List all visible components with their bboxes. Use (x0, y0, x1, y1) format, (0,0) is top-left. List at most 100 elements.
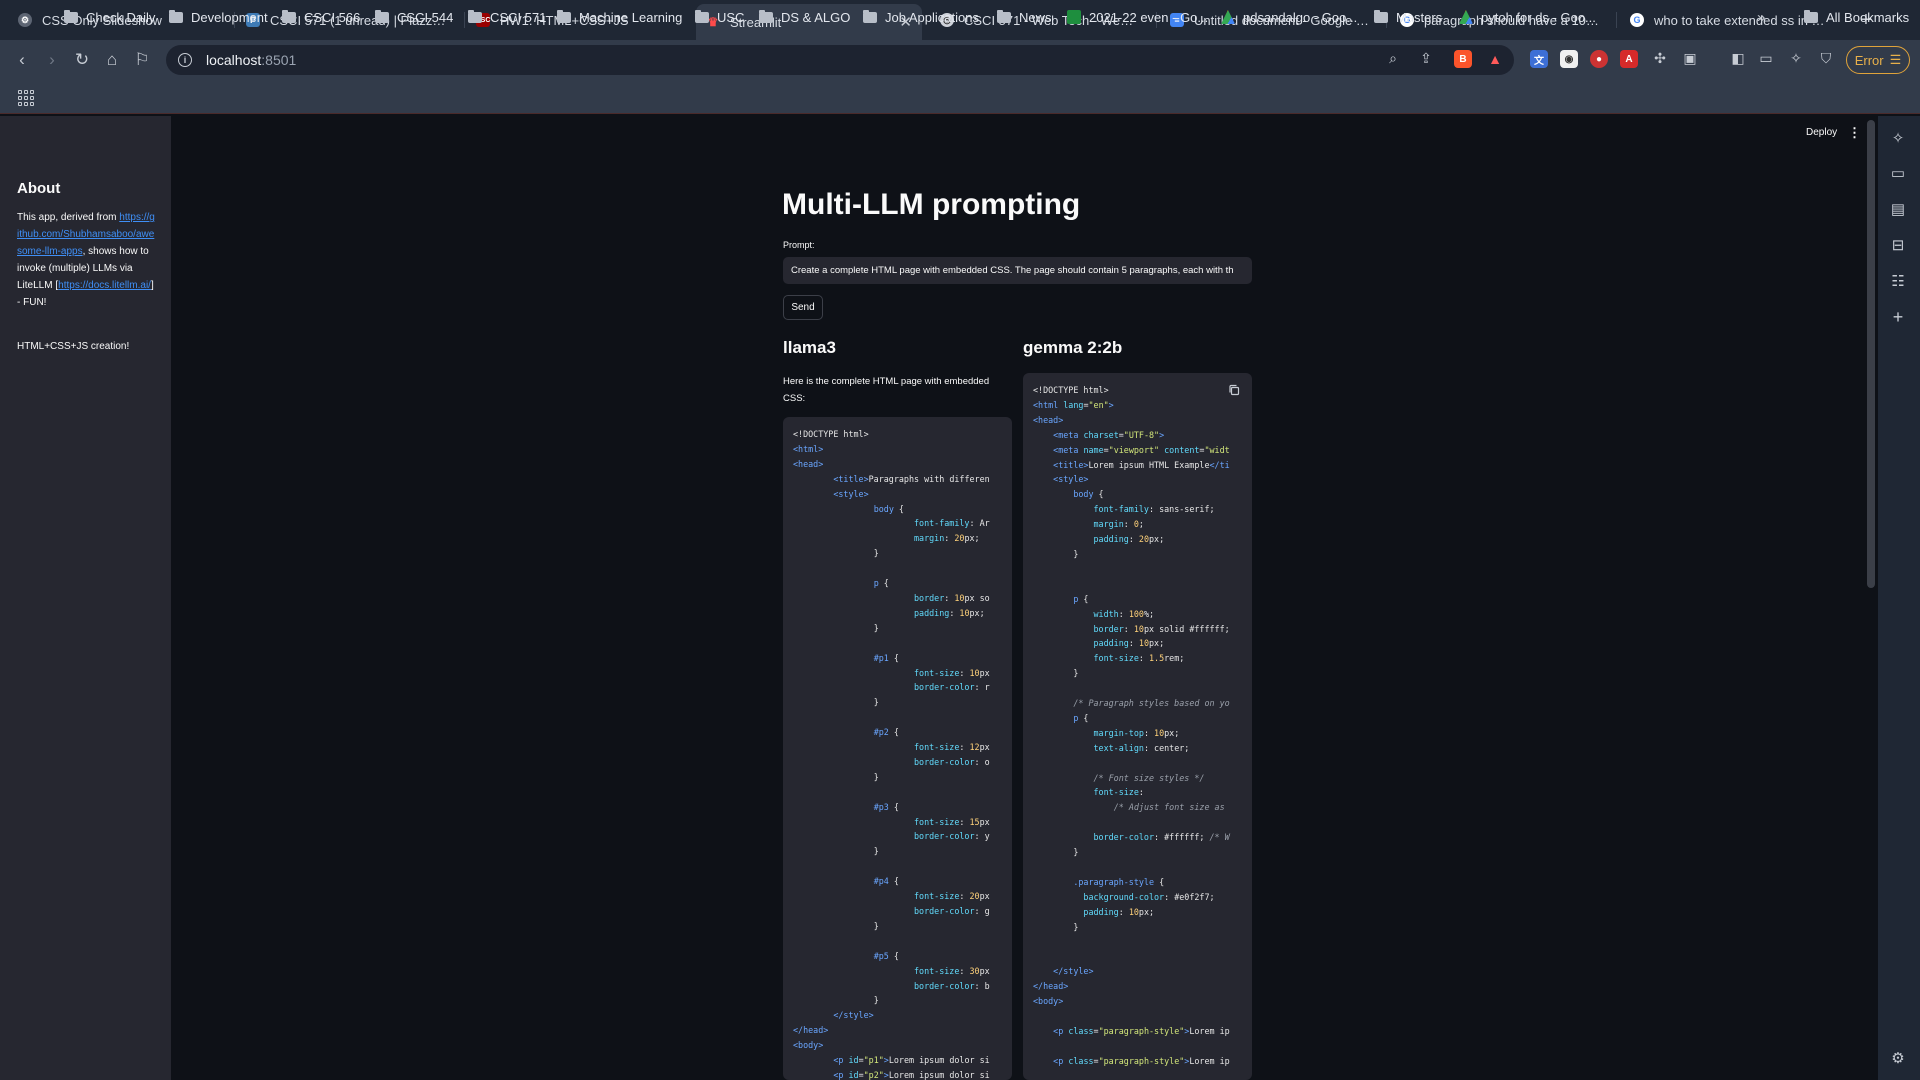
extension-icon[interactable]: ◉ (1560, 50, 1578, 68)
code-line: <!DOCTYPE html> (1033, 385, 1109, 395)
error-button[interactable]: Error ☰ (1846, 46, 1910, 74)
bookmarks-panel-icon[interactable]: ⊟ (1888, 235, 1908, 255)
code-line: border-color: o (914, 756, 990, 767)
folder-icon (468, 9, 482, 23)
code-line: font-size: (1093, 787, 1144, 798)
code-line: } (873, 771, 879, 782)
bookmark-check-daily[interactable]: Check Daily (64, 8, 155, 26)
gemma-code-block[interactable]: <!DOCTYPE html> <html lang="en"> <head> <m… (1023, 373, 1252, 1080)
code-line: </head> (793, 1025, 829, 1036)
bookmark-icon[interactable]: ⚐ (130, 48, 154, 72)
leo-ai-icon[interactable]: ✧ (1786, 48, 1806, 68)
code-line: p { (1073, 712, 1089, 723)
code-line: <style> (833, 488, 869, 499)
code-line: font-size: 20px (914, 891, 990, 902)
bookmark-ds-algo[interactable]: DS & ALGO (759, 8, 850, 26)
wallet-icon[interactable]: ▭ (1756, 48, 1776, 68)
folder-icon (759, 9, 773, 23)
brave-rewards-icon[interactable]: ▲ (1486, 50, 1504, 68)
leo-icon[interactable]: ✧ (1888, 128, 1908, 148)
prompt-input[interactable]: Create a complete HTML page with embedde… (783, 257, 1252, 284)
all-bookmarks[interactable]: All Bookmarks (1804, 8, 1909, 26)
code-line: } (873, 995, 879, 1006)
code-line: border-color: g (914, 906, 990, 916)
litellm-link[interactable]: https://docs.litellm.ai/ (58, 280, 151, 291)
bookmark-pdsandalgo[interactable]: pdsandalgo - Goo... (1221, 8, 1357, 26)
drive-icon (1221, 10, 1235, 24)
code-line: border-color: y (914, 831, 990, 842)
llama3-code-block[interactable]: <!DOCTYPE html> <html> <head> <title>Parag… (783, 417, 1012, 1080)
screen-capture-icon[interactable]: ▣ (1680, 48, 1700, 68)
sidebar-toggle-icon[interactable]: ◧ (1728, 48, 1748, 68)
bookmark-machine-learning[interactable]: Machine Learning (557, 8, 682, 26)
code-line: padding: 10px; (1083, 906, 1155, 917)
deploy-button[interactable]: Deploy (1806, 127, 1837, 138)
home-icon[interactable]: ⌂ (100, 48, 124, 72)
extension-translate-icon[interactable]: 文 (1530, 50, 1548, 68)
bookmark-sheets[interactable]: 2021-22 even - Go... (1067, 8, 1208, 26)
code-line: margin: 20px; (914, 533, 980, 544)
main-menu-icon[interactable]: ⋮ (1848, 125, 1861, 141)
bookmark-job-applications[interactable]: Job Applications (863, 8, 979, 26)
extension-icon[interactable]: ● (1590, 50, 1608, 68)
bookmark-pytoh[interactable]: pytoh for ds - Goo... (1459, 8, 1596, 26)
code-line: <title>Paragraphs with differen (833, 473, 990, 484)
code-line: width: 100%; (1093, 608, 1155, 619)
bookmark-csci-566[interactable]: CSCI 566 (282, 8, 360, 26)
forward-icon[interactable]: › (40, 48, 64, 72)
vpn-icon[interactable]: ⛉ (1816, 48, 1836, 68)
folder-icon (375, 9, 389, 23)
code-line: <p id="p1">Lorem ipsum dolor si (833, 1055, 990, 1066)
bookmark-csci-571[interactable]: CSCI 571 (468, 8, 546, 26)
add-panel-icon[interactable]: + (1888, 307, 1908, 327)
more-bookmarks-icon[interactable]: » (1757, 8, 1765, 26)
bookmark-masters[interactable]: Masters (1374, 8, 1442, 26)
folder-icon (64, 9, 78, 23)
sidebar-about-text: This app, derived from https://github.co… (17, 212, 155, 308)
folder-icon (863, 9, 877, 23)
code-line: } (873, 548, 879, 559)
bookmark-news[interactable]: News (997, 8, 1052, 26)
reload-icon[interactable]: ↻ (70, 48, 94, 72)
code-line: font-size: 12px (914, 742, 990, 753)
code-line: <html> (793, 443, 824, 454)
reading-list-icon[interactable]: ☷ (1888, 271, 1908, 291)
code-line: </head> (1033, 981, 1069, 992)
code-line: /* Adjust font size as (1113, 802, 1225, 813)
pdf-icon[interactable]: A (1620, 50, 1638, 68)
code-line: <p class="paragraph-style">Lorem ip (1053, 1055, 1230, 1066)
bookmark-csci-544[interactable]: CSCI 544 (375, 8, 453, 26)
bookmark-development[interactable]: Development (169, 8, 268, 26)
folder-icon (557, 9, 571, 23)
code-line: <meta charset="UTF-8"> (1053, 429, 1165, 440)
scrollbar-thumb[interactable] (1867, 120, 1875, 588)
site-info-icon[interactable]: i (178, 53, 192, 67)
code-line: <head> (1033, 414, 1064, 425)
bookmark-usc[interactable]: USC (695, 8, 744, 26)
send-button[interactable]: Send (783, 295, 823, 320)
extensions-puzzle-icon[interactable]: ✣ (1650, 48, 1670, 68)
address-bar[interactable]: i localhost:8501 (166, 45, 1514, 75)
apps-grid-icon[interactable] (18, 90, 34, 106)
copy-icon[interactable] (1228, 384, 1240, 396)
media-icon[interactable]: ▭ (1888, 163, 1908, 183)
share-icon[interactable]: ⇪ (1416, 48, 1436, 68)
back-icon[interactable]: ‹ (10, 48, 34, 72)
brave-shield-icon[interactable]: B (1454, 50, 1472, 68)
bookmarks-bar (0, 80, 1920, 114)
drive-icon (1459, 10, 1473, 24)
zoom-icon[interactable]: ⌕ (1383, 48, 1403, 68)
url-host: localhost (206, 52, 262, 68)
code-line: #p2 { (873, 727, 899, 738)
code-line: p { (873, 578, 889, 589)
code-line: border: 10px so (914, 592, 990, 603)
wallet-icon[interactable]: ▤ (1888, 199, 1908, 219)
code-line: margin: 0; (1093, 519, 1144, 530)
settings-gear-icon[interactable]: ⚙ (1888, 1048, 1908, 1068)
